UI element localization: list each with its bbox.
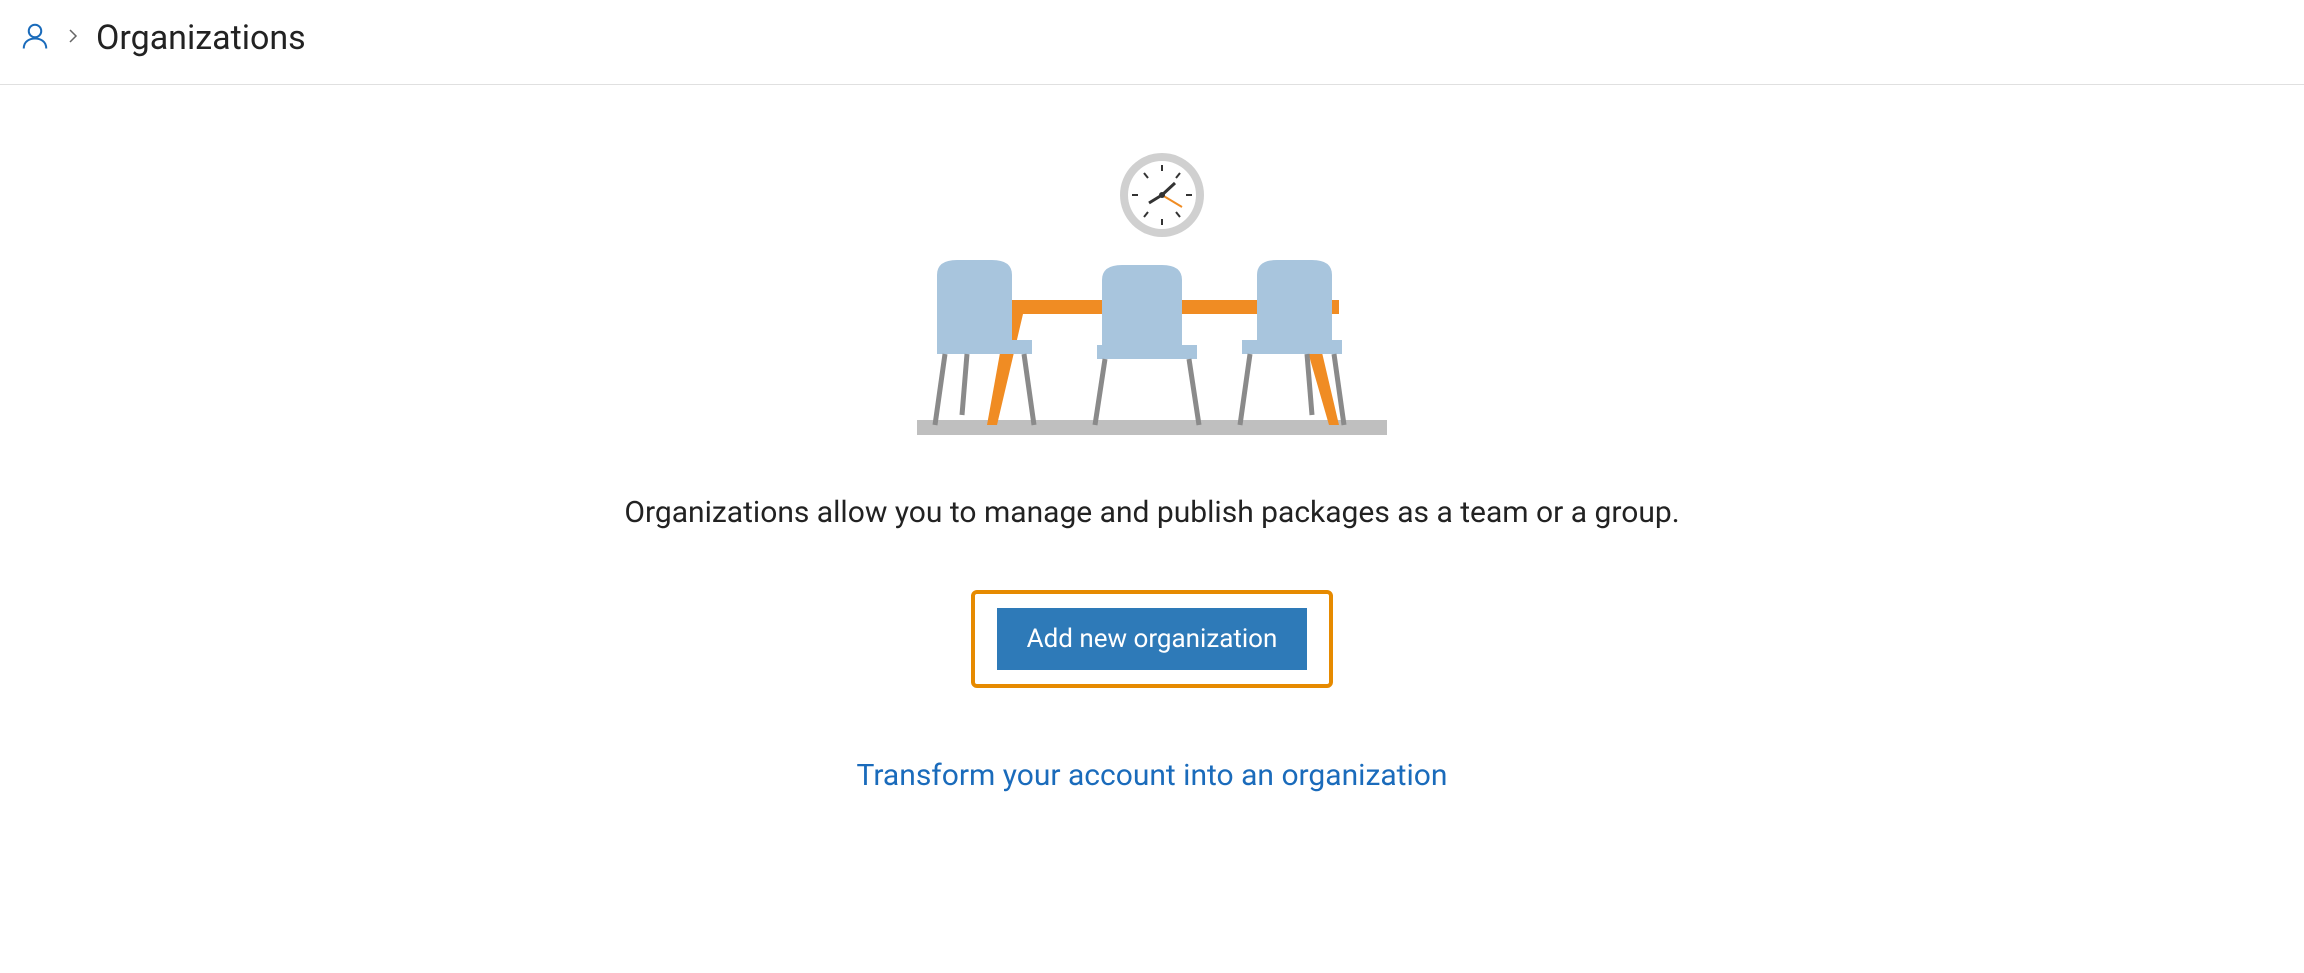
main-content: Organizations allow you to manage and pu…	[0, 85, 2304, 793]
highlight-box: Add new organization	[971, 590, 1334, 688]
breadcrumb-current: Organizations	[96, 18, 306, 58]
transform-account-link[interactable]: Transform your account into an organizat…	[857, 758, 1448, 793]
add-new-organization-button[interactable]: Add new organization	[997, 608, 1308, 670]
chevron-right-icon	[64, 27, 82, 49]
breadcrumb: Organizations	[0, 0, 2304, 85]
user-icon[interactable]	[20, 21, 50, 55]
meeting-room-illustration	[897, 145, 1407, 445]
organizations-description: Organizations allow you to manage and pu…	[624, 495, 1679, 530]
